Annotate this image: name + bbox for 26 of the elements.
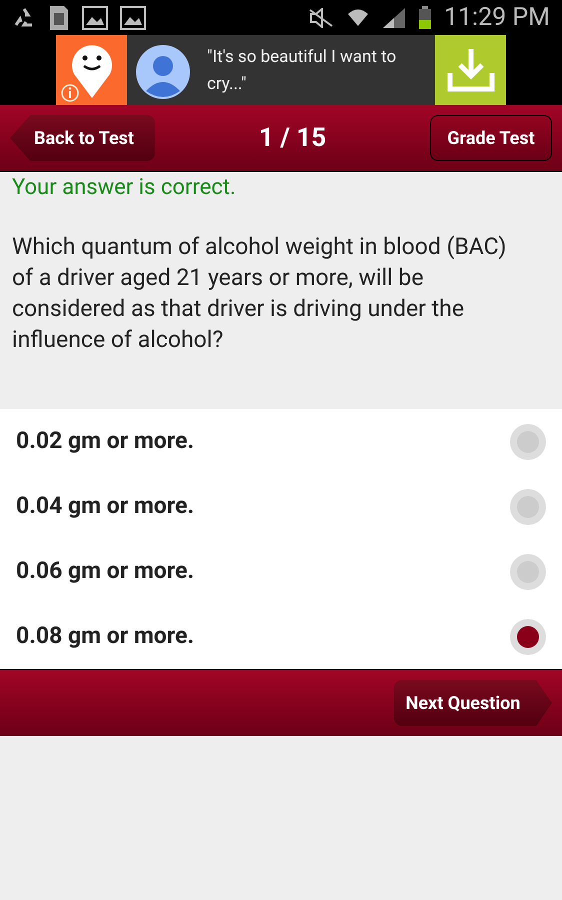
sd-card-icon [48, 4, 70, 30]
next-question-button[interactable]: Next Question [394, 680, 552, 726]
radio-button[interactable] [510, 618, 546, 654]
answer-option[interactable]: 0.08 gm or more. [0, 604, 562, 669]
radio-button[interactable] [510, 424, 546, 460]
back-button[interactable]: Back to Test [10, 115, 155, 161]
battery-icon [418, 6, 432, 30]
result-message: Your answer is correct. [11, 174, 237, 202]
answer-option[interactable]: 0.06 gm or more. [0, 539, 562, 604]
mute-icon [308, 8, 334, 28]
avatar-icon [136, 45, 190, 99]
download-icon [446, 47, 494, 93]
status-time: 11:29 PM [444, 2, 550, 34]
question-text: Which quantum of alcohol weight in blood (BAC) of a driver aged 21 years or more, will be considered as that driver is driving under the influence of alcohol? [12, 232, 508, 355]
image-icon [120, 6, 146, 30]
radio-button[interactable] [510, 554, 546, 590]
answer-option[interactable]: 0.02 gm or more. [0, 409, 562, 474]
signal-icon [382, 6, 406, 28]
question-counter: 1 / 15 [258, 122, 328, 154]
image-icon [82, 6, 108, 30]
info-icon[interactable] [60, 83, 80, 103]
grade-button[interactable]: Grade Test [430, 115, 552, 161]
ad-text: "It's so beautiful I want to cry..." [207, 46, 398, 96]
radio-button[interactable] [510, 488, 546, 524]
answer-option[interactable]: 0.04 gm or more. [0, 474, 562, 539]
download-button[interactable] [435, 35, 506, 105]
